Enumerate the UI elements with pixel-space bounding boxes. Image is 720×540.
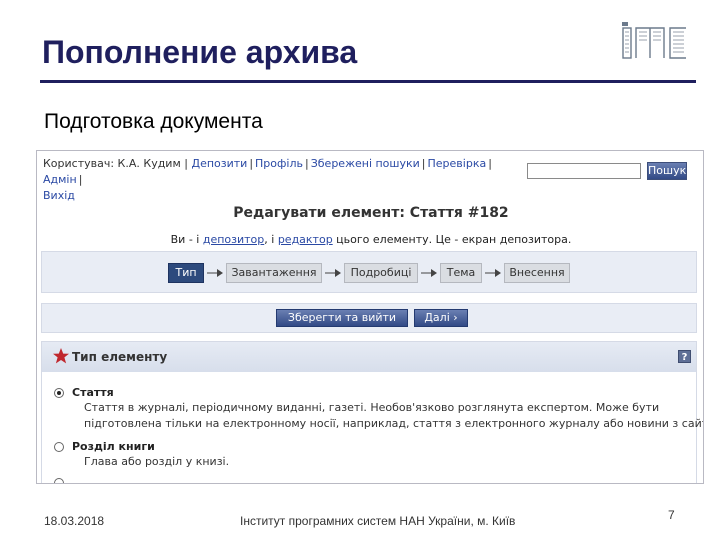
item-type-panel: Тип елементу ? Стаття Стаття в журналі, … xyxy=(41,341,703,483)
repository-screenshot: Користувач: К.А. Кудим | Депозити | Профіл… xyxy=(36,150,704,484)
panel-title: Тип елементу xyxy=(72,350,168,364)
page-number: 7 xyxy=(668,508,675,522)
nav-link-admin[interactable]: Адмін xyxy=(43,173,77,186)
workflow-steps: Тип Завантаження Подробиці Тема Внесення xyxy=(41,251,697,293)
action-bar: Зберегти та вийти Далі › xyxy=(41,303,697,333)
title-divider xyxy=(40,80,696,83)
chevron-right-icon: › xyxy=(453,311,458,324)
footer-institution: Інститут програмних систем НАН України, … xyxy=(240,514,516,528)
role-note-text: Ви - і xyxy=(170,233,203,246)
user-navigation-bar: Користувач: К.А. Кудим | Депозити | Профіл… xyxy=(43,156,523,204)
nav-link-logout[interactable]: Вихід xyxy=(43,189,75,202)
arrow-right-icon xyxy=(421,269,437,277)
nav-link-deposits[interactable]: Депозити xyxy=(191,157,247,170)
nav-separator: | xyxy=(249,157,254,170)
nav-separator: | xyxy=(78,173,83,186)
radio-book-section[interactable] xyxy=(54,442,64,452)
arrow-right-icon xyxy=(325,269,341,277)
nav-separator: | xyxy=(488,157,492,170)
arrow-right-icon xyxy=(485,269,501,277)
option-description: Стаття в журналі, періодичному виданні, … xyxy=(84,401,660,414)
nav-separator: | xyxy=(421,157,426,170)
current-user-label: Користувач: К.А. Кудим | xyxy=(43,157,188,170)
role-note-text: , і xyxy=(264,233,278,246)
role-note: Ви - і депозитор, і редактор цього елеме… xyxy=(37,233,703,246)
workflow-step-deposit[interactable]: Внесення xyxy=(504,263,570,283)
nav-link-profile[interactable]: Профіль xyxy=(255,157,303,170)
radio-article[interactable] xyxy=(54,388,64,398)
option-label: Стаття xyxy=(72,386,114,399)
role-note-text: цього елементу. Це - екран депозитора. xyxy=(332,233,572,246)
slide-title: Пополнение архива xyxy=(42,34,358,70)
search-input[interactable] xyxy=(527,163,641,179)
footer-date: 18.03.2018 xyxy=(44,514,105,528)
depositor-link[interactable]: депозитор xyxy=(203,233,264,246)
save-and-exit-button[interactable]: Зберегти та вийти xyxy=(276,309,408,327)
slide-subtitle: Подготовка документа xyxy=(44,110,263,133)
nav-link-saved-searches[interactable]: Збережені пошуки xyxy=(311,157,420,170)
option-description: підготовлена тільки на електронному носі… xyxy=(84,417,704,430)
page-heading: Редагувати елемент: Стаття #182 xyxy=(233,205,509,221)
option-description: Глава або розділ у книзі. xyxy=(84,455,230,468)
next-button-label: Далі xyxy=(424,311,450,324)
required-star-icon xyxy=(53,348,69,364)
next-button[interactable]: Далі › xyxy=(414,309,468,327)
workflow-step-upload[interactable]: Завантаження xyxy=(226,263,322,283)
workflow-step-type[interactable]: Тип xyxy=(168,263,204,283)
workflow-step-details[interactable]: Подробиці xyxy=(344,263,418,283)
help-icon[interactable]: ? xyxy=(678,350,691,363)
nav-link-review[interactable]: Перевірка xyxy=(428,157,487,170)
option-label: Розділ книги xyxy=(72,440,155,453)
radio-next-option[interactable] xyxy=(54,478,64,483)
workflow-step-subject[interactable]: Тема xyxy=(440,263,482,283)
nav-separator: | xyxy=(305,157,309,170)
search-button[interactable]: Пошук xyxy=(647,162,687,180)
arrow-right-icon xyxy=(207,269,223,277)
editor-link[interactable]: редактор xyxy=(278,233,333,246)
imc-logo xyxy=(622,22,686,59)
panel-header: Тип елементу ? xyxy=(42,342,696,372)
